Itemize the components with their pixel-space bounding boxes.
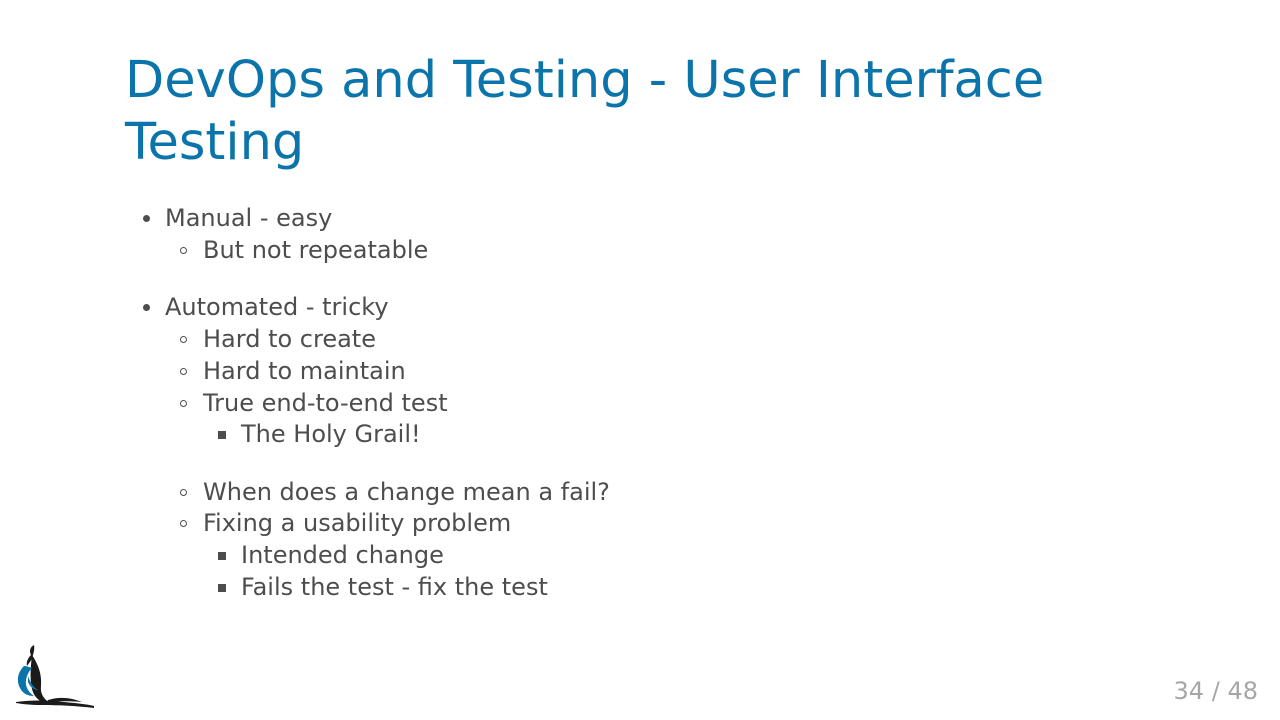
- bullet-circle-icon: [180, 400, 187, 407]
- bullet-item: Hard to create: [203, 325, 376, 353]
- bullet-square-icon: [218, 431, 226, 439]
- bullet-circle-icon: [180, 520, 187, 527]
- bullet-disc-icon: [143, 304, 150, 311]
- bullet-circle-icon: [180, 247, 187, 254]
- bullet-item: Hard to maintain: [203, 357, 406, 385]
- bullet-item: Manual - easy: [165, 204, 333, 232]
- bullet-circle-icon: [180, 336, 187, 343]
- page-total: 48: [1227, 677, 1258, 705]
- bullet-circle-icon: [180, 489, 187, 496]
- bullet-item: True end-to-end test: [203, 389, 448, 417]
- page-current: 34: [1173, 677, 1205, 705]
- bullet-item: Automated - tricky: [165, 293, 389, 321]
- bullet-square-icon: [218, 584, 226, 592]
- bullet-circle-icon: [180, 368, 187, 375]
- bullet-disc-icon: [143, 215, 150, 222]
- slide: DevOps and Testing - User Interface Test…: [0, 0, 1280, 720]
- bullet-item: Intended change: [241, 541, 444, 569]
- bird-logo-icon: [8, 642, 98, 710]
- page-number: 34 / 48: [1174, 675, 1258, 707]
- bullet-item: When does a change mean a fail?: [203, 478, 610, 506]
- page-separator: /: [1211, 677, 1220, 705]
- bullet-item: The Holy Grail!: [241, 420, 421, 448]
- bullet-item: Fails the test - fix the test: [241, 573, 548, 601]
- bullet-list: Manual - easy But not repeatable Automat…: [0, 0, 1280, 720]
- bullet-item: Fixing a usability problem: [203, 509, 512, 537]
- bullet-square-icon: [218, 552, 226, 560]
- bullet-item: But not repeatable: [203, 236, 429, 264]
